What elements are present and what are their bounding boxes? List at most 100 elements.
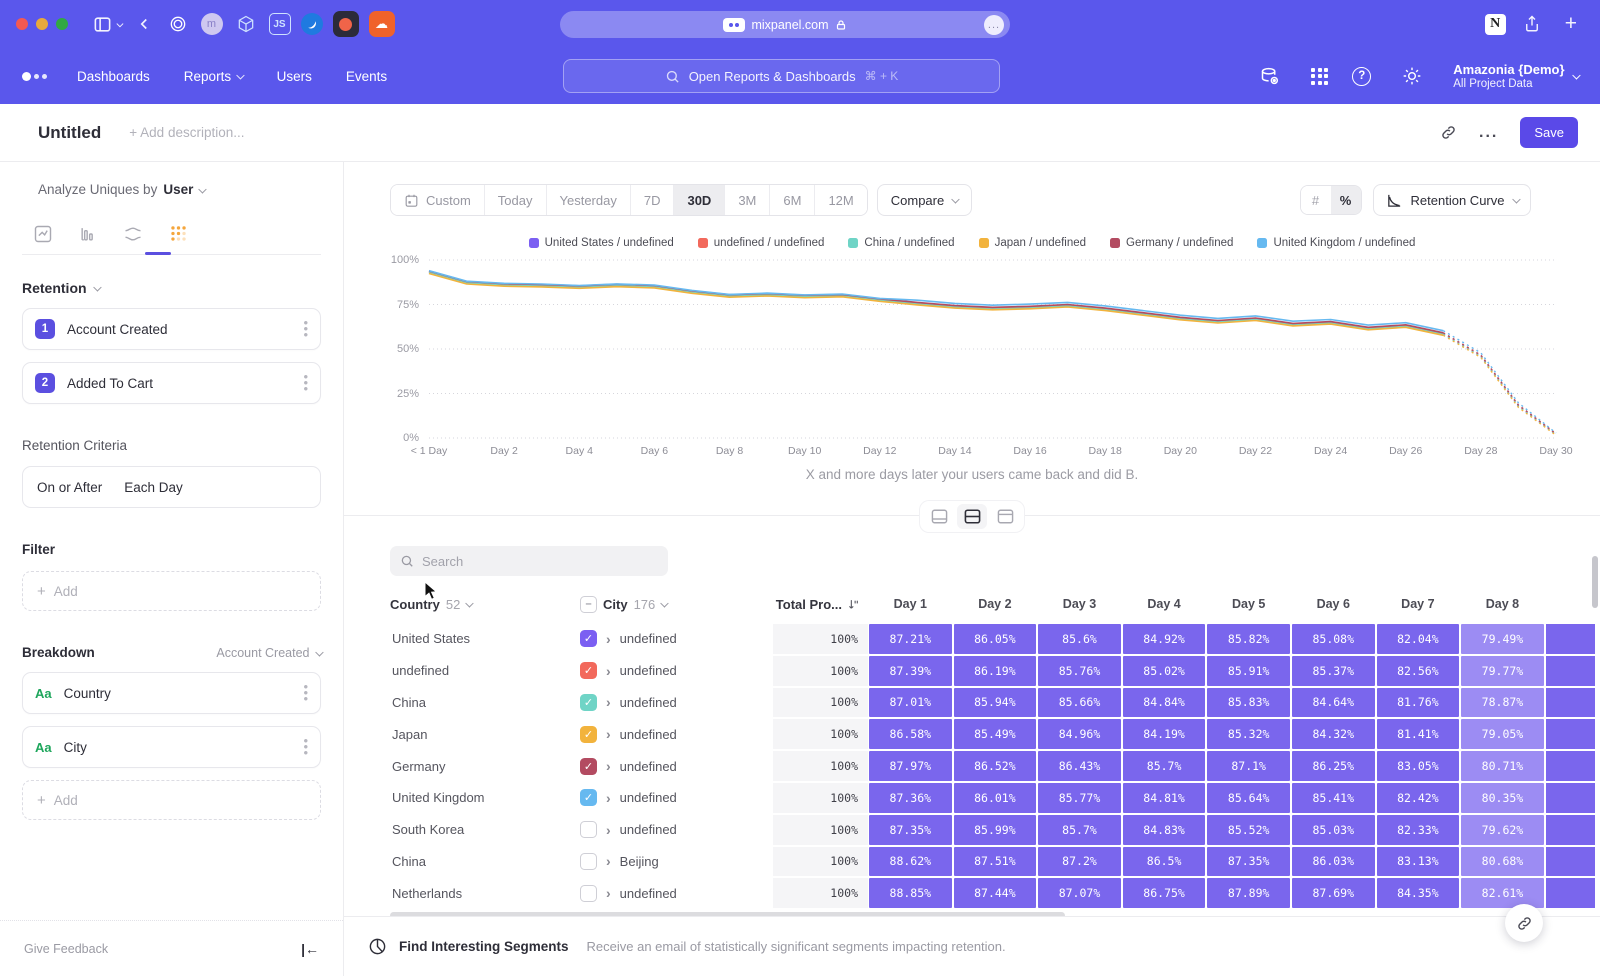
table-row[interactable]: China›Beijing100%88.62%87.51%87.2%86.5%8… xyxy=(390,846,1600,878)
extension-producthunt-icon[interactable] xyxy=(333,11,359,37)
retention-cell[interactable]: 85.77% xyxy=(1038,783,1121,813)
retention-cell[interactable]: 79.77% xyxy=(1461,656,1544,686)
range-6m[interactable]: 6M xyxy=(770,185,815,215)
analyze-uniques-row[interactable]: Analyze Uniques by User xyxy=(22,182,321,197)
criteria-on-or-after[interactable]: On or After xyxy=(37,480,102,495)
retention-cell[interactable]: 88.62% xyxy=(869,847,952,877)
retention-cell[interactable]: 85.7% xyxy=(1038,815,1121,845)
table-row[interactable]: Germany✓›undefined100%87.97%86.52%86.43%… xyxy=(390,750,1600,782)
expand-chevron-icon[interactable]: › xyxy=(606,694,611,710)
day-column-header[interactable]: Day 6 xyxy=(1291,597,1376,611)
extension-ring-icon[interactable] xyxy=(165,11,191,37)
address-more-button[interactable]: ... xyxy=(984,15,1004,35)
extension-avatar-icon[interactable]: m xyxy=(201,13,223,35)
legend-item[interactable]: China / undefined xyxy=(848,237,954,249)
retention-cell[interactable]: 85.41% xyxy=(1292,783,1375,813)
retention-cell[interactable]: 84.83% xyxy=(1123,815,1206,845)
range-yesterday[interactable]: Yesterday xyxy=(547,185,631,215)
range-3m[interactable]: 3M xyxy=(725,185,770,215)
range-today[interactable]: Today xyxy=(485,185,547,215)
retention-cell[interactable]: 85.32% xyxy=(1207,719,1290,749)
retention-step-card[interactable]: 2Added To Cart••• xyxy=(22,362,321,404)
legend-item[interactable]: Germany / undefined xyxy=(1110,237,1233,249)
retention-cell[interactable]: 85.66% xyxy=(1038,688,1121,718)
legend-item[interactable]: Japan / undefined xyxy=(979,237,1086,249)
retention-cell[interactable]: 86.25% xyxy=(1292,751,1375,781)
country-column-header[interactable]: Country 52 xyxy=(390,597,580,612)
retention-cell[interactable]: 86.03% xyxy=(1292,847,1375,877)
retention-cell[interactable]: 83.13% xyxy=(1377,847,1460,877)
compare-button[interactable]: Compare xyxy=(877,184,972,216)
retention-cell[interactable]: 82.04% xyxy=(1377,624,1460,654)
retention-cell[interactable]: 79.49% xyxy=(1461,624,1544,654)
table-row[interactable]: undefined✓›undefined100%87.39%86.19%85.7… xyxy=(390,655,1600,687)
retention-cell[interactable]: 85.99% xyxy=(954,815,1037,845)
retention-cell[interactable]: 85.52% xyxy=(1207,815,1290,845)
retention-cell[interactable]: 86.75% xyxy=(1123,878,1206,908)
expand-chevron-icon[interactable]: › xyxy=(606,631,611,647)
retention-cell[interactable]: 85.49% xyxy=(954,719,1037,749)
apps-grid-icon[interactable] xyxy=(1311,68,1328,85)
table-row[interactable]: Netherlands›undefined100%88.85%87.44%87.… xyxy=(390,877,1600,909)
retention-cell[interactable]: 85.83% xyxy=(1207,688,1290,718)
retention-cell[interactable]: 84.84% xyxy=(1123,688,1206,718)
collapse-sidebar-icon[interactable]: |← xyxy=(301,941,319,957)
row-checkbox[interactable]: ✓ xyxy=(580,758,597,775)
total-column-header[interactable]: Total Pro... xyxy=(773,597,868,612)
table-row[interactable]: United States✓›undefined100%87.21%86.05%… xyxy=(390,623,1600,655)
help-icon[interactable]: ? xyxy=(1352,67,1371,86)
expand-chevron-icon[interactable]: › xyxy=(606,853,611,869)
floating-share-link-button[interactable] xyxy=(1505,904,1543,942)
layout-split-button[interactable] xyxy=(957,504,987,529)
retention-cell[interactable]: 87.44% xyxy=(954,878,1037,908)
address-bar[interactable]: mixpanel.com ... xyxy=(560,11,1010,38)
expand-chevron-icon[interactable]: › xyxy=(606,885,611,901)
retention-cell[interactable]: 85.08% xyxy=(1292,624,1375,654)
day-column-header[interactable]: Day 3 xyxy=(1037,597,1122,611)
tab-flows[interactable] xyxy=(122,223,144,245)
day-column-header[interactable]: Day 8 xyxy=(1460,597,1545,611)
table-search-input[interactable] xyxy=(422,554,642,569)
retention-cell[interactable]: 84.92% xyxy=(1123,624,1206,654)
criteria-each-day[interactable]: Each Day xyxy=(124,480,183,495)
unit-count-toggle[interactable]: # xyxy=(1301,186,1331,214)
retention-cell[interactable]: 80.71% xyxy=(1461,751,1544,781)
retention-cell[interactable]: 85.94% xyxy=(954,688,1037,718)
retention-cell[interactable]: 87.1% xyxy=(1207,751,1290,781)
retention-cell[interactable]: 85.91% xyxy=(1207,656,1290,686)
range-30d[interactable]: 30D xyxy=(674,185,725,215)
retention-cell[interactable]: 85.76% xyxy=(1038,656,1121,686)
minimize-window-button[interactable] xyxy=(36,18,48,30)
retention-cell[interactable]: 84.81% xyxy=(1123,783,1206,813)
copy-link-icon[interactable] xyxy=(1440,124,1457,141)
retention-cell[interactable]: 80.35% xyxy=(1461,783,1544,813)
unit-percent-toggle[interactable]: % xyxy=(1331,186,1361,214)
expand-chevron-icon[interactable]: › xyxy=(606,758,611,774)
layout-chart-only-button[interactable] xyxy=(924,504,954,529)
retention-cell[interactable]: 87.2% xyxy=(1038,847,1121,877)
retention-cell[interactable]: 79.05% xyxy=(1461,719,1544,749)
day-column-header[interactable]: Day 4 xyxy=(1122,597,1207,611)
row-checkbox[interactable]: ✓ xyxy=(580,726,597,743)
retention-cell[interactable]: 86.52% xyxy=(954,751,1037,781)
table-row[interactable]: Japan✓›undefined100%86.58%85.49%84.96%84… xyxy=(390,718,1600,750)
zoom-window-button[interactable] xyxy=(56,18,68,30)
retention-cell[interactable]: 87.97% xyxy=(869,751,952,781)
expand-chevron-icon[interactable]: › xyxy=(606,790,611,806)
day-column-header[interactable]: Day 1 xyxy=(868,597,953,611)
table-row[interactable]: United Kingdom✓›undefined100%87.36%86.01… xyxy=(390,782,1600,814)
give-feedback-link[interactable]: Give Feedback xyxy=(24,942,108,956)
data-management-icon[interactable] xyxy=(1259,66,1280,87)
project-switcher[interactable]: Amazonia {Demo} All Project Data xyxy=(1453,62,1578,90)
more-options-icon[interactable]: ••• xyxy=(303,374,308,392)
retention-cell[interactable]: 87.01% xyxy=(869,688,952,718)
nav-item-events[interactable]: Events xyxy=(346,69,387,84)
browser-sidebar-icon[interactable] xyxy=(93,15,122,34)
retention-cell[interactable]: 85.37% xyxy=(1292,656,1375,686)
mixpanel-logo[interactable] xyxy=(22,72,47,81)
layout-table-only-button[interactable] xyxy=(990,504,1020,529)
retention-cell[interactable]: 85.6% xyxy=(1038,624,1121,654)
retention-cell[interactable]: 86.58% xyxy=(869,719,952,749)
city-column-header[interactable]: – City 176 xyxy=(580,596,773,613)
table-search[interactable] xyxy=(390,546,668,576)
